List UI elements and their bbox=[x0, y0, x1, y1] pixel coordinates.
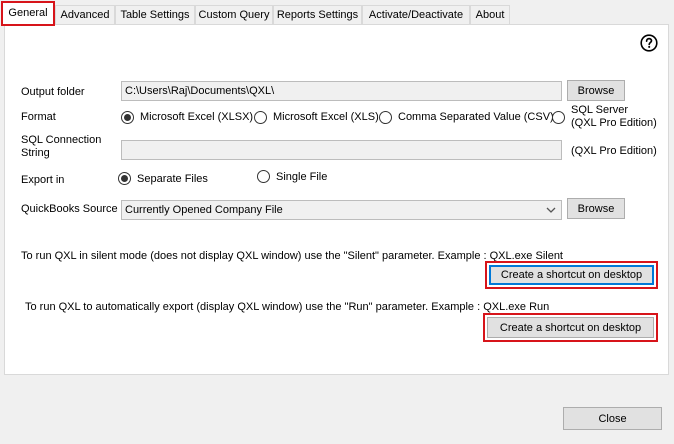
output-folder-label: Output folder bbox=[21, 86, 85, 98]
sql-connection-note: (QXL Pro Edition) bbox=[571, 145, 657, 157]
format-xls-label[interactable]: Microsoft Excel (XLS) bbox=[273, 111, 379, 123]
tab-advanced[interactable]: Advanced bbox=[55, 5, 115, 24]
sql-connection-label: SQL Connection String bbox=[21, 134, 101, 160]
tab-label: About bbox=[475, 9, 505, 21]
qb-source-browse-button[interactable]: Browse bbox=[567, 198, 625, 219]
sql-server-line1: SQL Server bbox=[571, 104, 629, 116]
tab-label: Activate/Deactivate bbox=[368, 9, 464, 21]
chevron-down-icon bbox=[546, 207, 556, 213]
export-separate-files-label[interactable]: Separate Files bbox=[137, 173, 208, 185]
tab-table-settings[interactable]: Table Settings bbox=[115, 5, 195, 24]
format-csv-radio[interactable] bbox=[379, 111, 392, 124]
format-xls-radio[interactable] bbox=[254, 111, 267, 124]
qb-source-dropdown[interactable]: Currently Opened Company File bbox=[121, 200, 562, 220]
format-sql-server-radio[interactable] bbox=[552, 111, 565, 124]
output-folder-field[interactable]: C:\Users\Raj\Documents\QXL\ bbox=[121, 81, 562, 101]
sql-server-line2: (QXL Pro Edition) bbox=[571, 117, 657, 129]
sql-connection-label-line1: SQL Connection bbox=[21, 134, 102, 146]
qb-source-label: QuickBooks Source bbox=[21, 203, 118, 215]
question-circle-icon[interactable] bbox=[640, 34, 658, 52]
tab-label: General bbox=[8, 7, 48, 19]
sql-connection-field[interactable] bbox=[121, 140, 562, 160]
tab-general[interactable]: General bbox=[1, 1, 55, 26]
tab-reports-settings[interactable]: Reports Settings bbox=[273, 5, 362, 24]
format-sql-server-label[interactable]: SQL Server (QXL Pro Edition) bbox=[571, 104, 657, 130]
format-csv-label[interactable]: Comma Separated Value (CSV) bbox=[398, 111, 554, 123]
general-tab-panel: Output folder C:\Users\Raj\Documents\QXL… bbox=[4, 24, 669, 375]
export-separate-files-radio[interactable] bbox=[118, 172, 131, 185]
export-single-file-label[interactable]: Single File bbox=[276, 171, 327, 183]
tab-custom-query[interactable]: Custom Query bbox=[195, 5, 273, 24]
tab-label: Reports Settings bbox=[276, 9, 359, 21]
tab-label: Advanced bbox=[60, 9, 110, 21]
format-label: Format bbox=[21, 111, 56, 123]
close-button[interactable]: Close bbox=[563, 407, 662, 430]
run-mode-text: To run QXL to automatically export (disp… bbox=[25, 301, 550, 313]
tab-about[interactable]: About bbox=[470, 5, 510, 24]
output-folder-browse-button[interactable]: Browse bbox=[567, 80, 625, 101]
sql-connection-label-line2: String bbox=[21, 147, 50, 159]
export-single-file-radio[interactable] bbox=[257, 170, 270, 183]
run-shortcut-button[interactable]: Create a shortcut on desktop bbox=[487, 317, 654, 338]
silent-mode-text: To run QXL in silent mode (does not disp… bbox=[21, 250, 563, 262]
qb-source-value: Currently Opened Company File bbox=[125, 204, 283, 216]
tab-label: Custom Query bbox=[198, 9, 270, 21]
tab-label: Table Settings bbox=[120, 9, 190, 21]
tab-activate-deactivate[interactable]: Activate/Deactivate bbox=[362, 5, 470, 24]
export-in-label: Export in bbox=[21, 174, 65, 186]
format-xlsx-radio[interactable] bbox=[121, 111, 134, 124]
silent-shortcut-button[interactable]: Create a shortcut on desktop bbox=[489, 265, 654, 285]
format-xlsx-label[interactable]: Microsoft Excel (XLSX) bbox=[140, 111, 253, 123]
